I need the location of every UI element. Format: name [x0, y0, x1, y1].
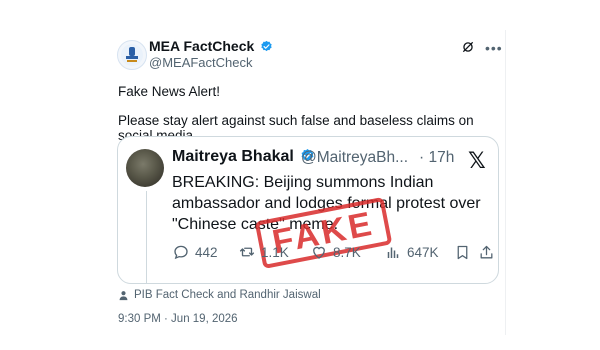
bookmark-button[interactable]	[454, 241, 471, 263]
thread-line	[146, 191, 147, 283]
quoted-post[interactable]: Maitreya Bhakal @MaitreyaBh... · 17h 𝕏 B…	[117, 136, 499, 284]
like-button[interactable]: 8.7K	[310, 241, 361, 263]
views-button[interactable]: 647K	[384, 241, 439, 263]
author-handle[interactable]: @MEAFactCheck	[149, 55, 253, 70]
repost-icon	[239, 247, 255, 257]
share-button[interactable]	[478, 241, 495, 263]
author-name-text: MEA FactCheck	[149, 38, 255, 54]
column-divider	[505, 30, 506, 335]
author-avatar[interactable]	[117, 40, 147, 70]
verified-badge-icon	[261, 40, 272, 52]
post-text-line1: Fake News Alert!	[118, 84, 221, 99]
quoted-time[interactable]: · 17h	[419, 149, 454, 167]
like-count: 8.7K	[333, 244, 361, 260]
like-icon	[313, 246, 325, 259]
more-icon[interactable]: •••	[485, 40, 503, 56]
context-line[interactable]: PIB Fact Check and Randhir Jaiswal	[118, 289, 321, 301]
action-bar: 442 1.1K 8.7K 647K	[172, 241, 495, 263]
reply-button[interactable]: 442	[172, 241, 218, 263]
author-name[interactable]: MEA FactCheck	[149, 38, 273, 54]
reply-icon	[174, 245, 188, 260]
x-logo-icon: 𝕏	[468, 148, 486, 173]
reply-count: 442	[195, 244, 218, 260]
post-timestamp[interactable]: 9:30 PM · Jun 19, 2026	[118, 313, 238, 325]
views-icon	[387, 247, 399, 258]
person-icon	[119, 290, 128, 300]
quoted-name[interactable]: Maitreya Bhakal	[172, 148, 315, 166]
quoted-handle[interactable]: @MaitreyaBh...	[301, 149, 408, 167]
repost-count: 1.1K	[261, 244, 289, 260]
views-count: 647K	[407, 244, 439, 260]
post-card: MEA FactCheck @MEAFactCheck ••• Fake New…	[104, 30, 506, 335]
grok-icon[interactable]	[461, 40, 475, 54]
context-text: PIB Fact Check and Randhir Jaiswal	[134, 289, 321, 301]
repost-button[interactable]: 1.1K	[238, 241, 289, 263]
bookmark-icon	[457, 245, 468, 259]
share-icon	[480, 245, 493, 258]
quoted-name-text: Maitreya Bhakal	[172, 148, 294, 165]
quoted-avatar[interactable]	[126, 149, 164, 187]
emblem-logo-icon	[121, 44, 143, 66]
